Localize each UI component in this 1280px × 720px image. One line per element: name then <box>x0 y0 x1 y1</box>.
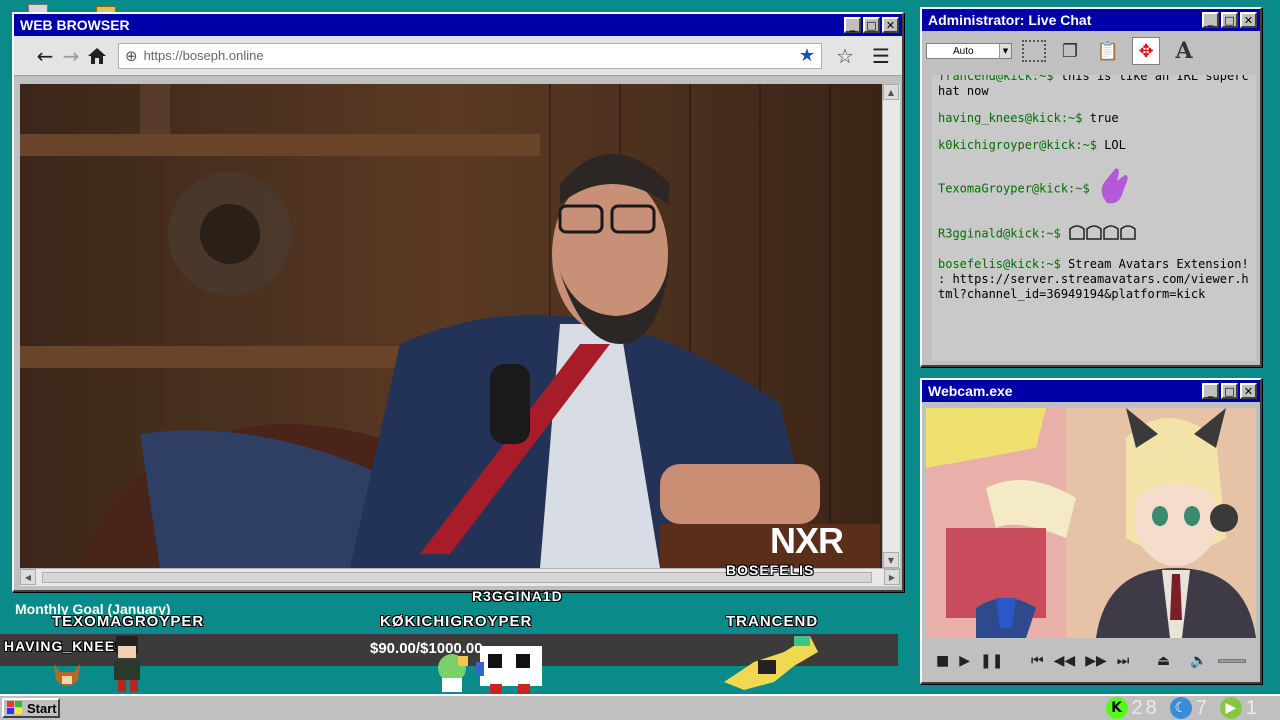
home-icon[interactable] <box>84 43 110 69</box>
avatar-sprite <box>724 636 818 690</box>
avatar-name: KØKICHIGROYPER <box>380 613 533 630</box>
start-button[interactable]: Start <box>2 698 60 718</box>
windows-logo-icon <box>7 701 22 714</box>
avatar-name: TEXOMAGROYPER <box>52 613 205 630</box>
selection-icon[interactable] <box>1022 40 1046 62</box>
globe-icon: ⊕ <box>125 46 138 65</box>
browser-window: WEB BROWSER _ □ ✕ ← → ⊕ https://boseph.o… <box>12 12 904 592</box>
avatar-sprite <box>54 664 80 686</box>
moon-icon[interactable]: ☾ <box>1169 697 1192 719</box>
move-icon[interactable]: ✥ <box>1132 37 1160 65</box>
copy-icon[interactable]: ❐ <box>1056 37 1084 65</box>
chat-username: Trancend@kick:~$ <box>938 75 1054 83</box>
skip-start-icon[interactable]: ⏮ <box>1031 653 1044 669</box>
video-frame <box>20 84 882 568</box>
close-button[interactable]: ✕ <box>1240 12 1257 28</box>
chat-message: bosefelis@kick:~$ Stream Avatars Extensi… <box>938 257 1250 302</box>
chat-toolbar: Auto ▼ ❐ 📋 ✥ A <box>922 31 1260 71</box>
chat-window: Administrator: Live Chat _ □ ✕ Auto ▼ ❐ … <box>920 7 1262 367</box>
webcam-window: Webcam.exe _ □ ✕ ■ ▶ ❚❚ ⏮ ◀◀ ▶▶ ⏭ ⏏ 🔈 <box>920 378 1262 684</box>
scroll-down-icon[interactable]: ▼ <box>883 552 899 568</box>
skip-end-icon[interactable]: ⏭ <box>1117 653 1130 669</box>
chat-text: LOL <box>1104 138 1126 152</box>
font-size-select[interactable]: Auto ▼ <box>926 43 1012 59</box>
address-bar[interactable]: ⊕ https://boseph.online ★ <box>118 42 822 69</box>
video-viewport[interactable]: NXR <box>20 84 882 568</box>
url-text: https://boseph.online <box>143 48 264 63</box>
avatar-name: TRANCEND <box>726 613 819 630</box>
chat-message: k0kichigroyper@kick:~$ LOL <box>938 138 1250 153</box>
browser-titlebar[interactable]: WEB BROWSER _ □ ✕ <box>14 14 902 36</box>
stop-icon[interactable]: ■ <box>936 653 949 669</box>
maximize-button[interactable]: □ <box>863 17 880 33</box>
maximize-button[interactable]: □ <box>1221 12 1238 28</box>
avatar-sprite <box>438 654 468 692</box>
chevron-down-icon: ▼ <box>999 44 1011 58</box>
start-label: Start <box>27 700 57 716</box>
chat-username: having_knees@kick:~$ <box>938 111 1083 125</box>
rumble-count: 1 <box>1245 696 1260 719</box>
window-title: Webcam.exe <box>928 383 1013 399</box>
avatar-sprite <box>476 646 542 694</box>
chat-message: having_knees@kick:~$ true <box>938 111 1250 126</box>
chat-username: TexomaGroyper@kick:~$ <box>938 181 1090 196</box>
window-title: Administrator: Live Chat <box>928 12 1092 28</box>
chat-username: k0kichigroyper@kick:~$ <box>938 138 1097 152</box>
minimize-button[interactable]: _ <box>1202 12 1219 28</box>
maximize-button[interactable]: □ <box>1221 383 1238 399</box>
volume-icon[interactable]: 🔈 <box>1190 653 1207 669</box>
chat-message: R3gginald@kick:~$ <box>938 223 1250 245</box>
scroll-right-icon[interactable]: ▶ <box>884 569 900 585</box>
taskbar: Start K 28 ☾ 7 ▶ 1 <box>0 694 1280 720</box>
media-controls: ■ ▶ ❚❚ ⏮ ◀◀ ▶▶ ⏭ ⏏ 🔈 <box>926 644 1256 678</box>
system-tray: K 28 ☾ 7 ▶ 1 <box>1105 696 1267 720</box>
chat-titlebar[interactable]: Administrator: Live Chat _ □ ✕ <box>922 9 1260 31</box>
emote-row-icon <box>1068 223 1136 245</box>
forward-arrow-icon[interactable]: → <box>58 43 84 69</box>
paste-icon[interactable]: 📋 <box>1094 37 1122 65</box>
chat-log[interactable]: Trancend@kick:~$ this is like an IRL sup… <box>932 75 1256 361</box>
chat-message: Trancend@kick:~$ this is like an IRL sup… <box>938 75 1250 99</box>
vertical-scrollbar[interactable]: ▲ ▼ <box>882 84 900 568</box>
favorites-star-icon[interactable]: ☆ <box>832 43 858 69</box>
pause-icon[interactable]: ❚❚ <box>980 653 1003 669</box>
rewind-icon[interactable]: ◀◀ <box>1054 653 1076 669</box>
nxr-watermark: NXR <box>770 520 844 561</box>
kick-icon[interactable]: K <box>1105 697 1128 719</box>
moon-count: 7 <box>1195 696 1210 719</box>
chat-username: bosefelis@kick:~$ <box>938 257 1061 271</box>
fast-forward-icon[interactable]: ▶▶ <box>1085 653 1107 669</box>
kick-viewer-count: 28 <box>1131 696 1160 719</box>
browser-toolbar: ← → ⊕ https://boseph.online ★ ☆ ☰ <box>14 36 902 76</box>
vtuber-avatar-view <box>926 408 1256 638</box>
chat-message: TexomaGroyper@kick:~$ <box>938 167 1250 211</box>
close-button[interactable]: ✕ <box>882 17 899 33</box>
window-title: WEB BROWSER <box>20 17 130 33</box>
eject-icon[interactable]: ⏏ <box>1157 653 1170 669</box>
webcam-titlebar[interactable]: Webcam.exe _ □ ✕ <box>922 380 1260 402</box>
scroll-up-icon[interactable]: ▲ <box>883 84 899 100</box>
chat-username: R3gginald@kick:~$ <box>938 226 1061 241</box>
minimize-button[interactable]: _ <box>844 17 861 33</box>
play-icon[interactable]: ▶ <box>959 653 970 669</box>
minimize-button[interactable]: _ <box>1202 383 1219 399</box>
purple-hand-emote-icon <box>1097 167 1131 211</box>
rumble-icon[interactable]: ▶ <box>1219 697 1242 719</box>
avatar-sprite <box>114 636 140 692</box>
avatar-name: R3GGINA1D <box>472 588 563 604</box>
chat-text: true <box>1089 111 1119 125</box>
menu-icon[interactable]: ☰ <box>868 43 894 69</box>
bookmarked-star-icon[interactable]: ★ <box>799 45 815 66</box>
scroll-left-icon[interactable]: ◀ <box>20 569 36 585</box>
avatar-name: BOSEFELIS <box>726 562 815 578</box>
volume-slider[interactable] <box>1217 659 1246 663</box>
font-icon[interactable]: A <box>1170 37 1198 65</box>
close-button[interactable]: ✕ <box>1240 383 1257 399</box>
back-arrow-icon[interactable]: ← <box>32 43 58 69</box>
